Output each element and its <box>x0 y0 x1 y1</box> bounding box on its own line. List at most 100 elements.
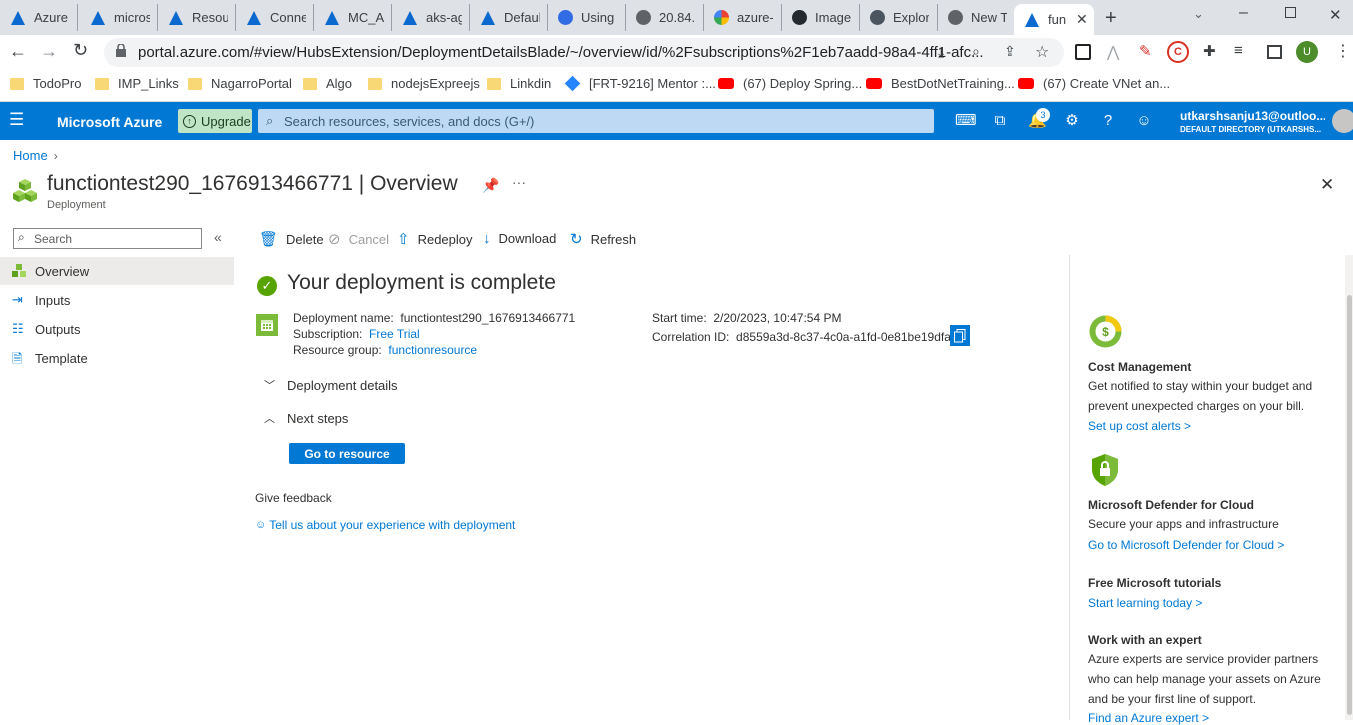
minimize-icon[interactable]: – <box>1239 4 1248 22</box>
subscription-link[interactable]: Free Trial <box>369 327 420 341</box>
global-search-input[interactable]: ⌕ Search resources, services, and docs (… <box>258 109 934 133</box>
browser-tab[interactable]: MC_AK <box>314 4 392 31</box>
bookmark-item[interactable]: Linkdin <box>487 76 551 91</box>
extension-qr-icon[interactable] <box>1075 44 1091 60</box>
azure-icon <box>324 10 340 26</box>
breadcrumb-home[interactable]: Home <box>13 148 48 163</box>
bookmark-item[interactable]: [FRT-9216] Mentor :... <box>564 75 716 92</box>
bookmark-item[interactable]: (67) Create VNet an... <box>1018 76 1170 91</box>
settings-gear-icon[interactable]: ⚙ <box>1063 112 1081 130</box>
browser-tab[interactable]: azure- <box>704 4 782 31</box>
install-icon[interactable]: ⤓ <box>938 44 944 61</box>
upgrade-button[interactable]: ↑ Upgrade <box>178 109 252 133</box>
feedback-person-icon: ☺ <box>255 519 267 531</box>
browser-tab[interactable]: ImageF <box>782 4 860 31</box>
cost-alerts-link[interactable]: Set up cost alerts > <box>1088 419 1191 433</box>
refresh-button[interactable]: ↻ Refresh <box>570 230 636 248</box>
zoom-icon[interactable]: ⌕ <box>972 43 980 60</box>
close-tab-icon[interactable]: ✕ <box>1076 11 1088 28</box>
deployment-calendar-icon <box>256 314 278 336</box>
browser-tab[interactable]: micros <box>80 4 158 31</box>
user-avatar[interactable] <box>1332 109 1353 133</box>
extension-c-icon[interactable]: C <box>1167 41 1189 63</box>
share-icon[interactable]: ⇪ <box>1004 43 1016 60</box>
browser-tab[interactable]: Defaul <box>470 4 548 31</box>
feedback-link[interactable]: ☺ Tell us about your experience with dep… <box>255 518 515 532</box>
nav-item-outputs[interactable]: ☷ Outputs <box>0 315 234 343</box>
browser-tab[interactable]: Conne <box>236 4 314 31</box>
go-to-resource-button[interactable]: Go to resource <box>289 443 405 464</box>
bookmark-item[interactable]: NagarroPortal <box>188 76 292 91</box>
profile-avatar[interactable]: U <box>1296 41 1318 63</box>
delete-button[interactable]: 🗑 Delete <box>259 230 324 248</box>
browser-tab[interactable]: Using <box>548 4 626 31</box>
collapse-menu-icon[interactable]: « <box>214 229 222 245</box>
upgrade-arrow-icon: ↑ <box>183 114 196 128</box>
restore-icon[interactable] <box>1285 7 1296 18</box>
bookmark-item[interactable]: IMP_Links <box>95 76 179 91</box>
bookmark-item[interactable]: TodoPro <box>10 76 81 91</box>
browser-toolbar: ← → ↻ portal.azure.com/#view/HubsExtensi… <box>0 35 1353 70</box>
portal-menu-icon[interactable]: ☰ <box>9 110 24 130</box>
deployment-details-toggle[interactable]: ﹀ Deployment details <box>264 377 398 393</box>
tab-search-icon[interactable]: ⌄ <box>1193 6 1204 22</box>
back-icon[interactable]: ← <box>9 41 27 62</box>
copy-icon[interactable] <box>950 325 970 346</box>
pin-icon[interactable]: 📌 <box>482 177 499 194</box>
menu-search-input[interactable]: ⌕ Search <box>13 228 202 249</box>
address-bar[interactable]: portal.azure.com/#view/HubsExtension/Dep… <box>104 38 1064 67</box>
browser-menu-icon[interactable]: ⋮ <box>1335 41 1351 61</box>
browser-tab[interactable]: Explore <box>860 4 938 31</box>
folder-icon <box>10 77 24 90</box>
download-button[interactable]: ↓ Download <box>483 230 556 247</box>
nav-item-template[interactable]: 🗎 Template <box>0 344 234 372</box>
nav-item-overview[interactable]: Overview <box>0 257 234 285</box>
extension-a-icon[interactable]: ⋀ <box>1107 43 1119 61</box>
user-email[interactable]: utkarshsanju13@outloo... <box>1180 109 1325 123</box>
breadcrumb: Home › <box>13 148 58 163</box>
feedback-icon[interactable]: ☺ <box>1135 112 1153 130</box>
scrollbar-thumb[interactable] <box>1347 295 1352 715</box>
globe-icon <box>636 10 651 25</box>
media-icon[interactable]: ≡ <box>1234 42 1243 59</box>
resource-group-link[interactable]: functionresource <box>388 343 477 357</box>
browser-tab[interactable]: Azure <box>0 4 78 31</box>
side-panel-icon[interactable] <box>1267 45 1282 59</box>
defender-shield-icon <box>1090 453 1120 487</box>
correlation-id-row: Correlation ID: d8559a3d-8c37-4c0a-a1fd-… <box>652 330 955 344</box>
browser-tab-active[interactable]: fun ✕ <box>1014 4 1094 35</box>
browser-tab[interactable]: New Ta <box>938 4 1014 31</box>
extensions-puzzle-icon[interactable]: ✚ <box>1203 42 1216 60</box>
bookmark-star-icon[interactable]: ☆ <box>1035 42 1049 62</box>
deployment-name-value: functiontest290_1676913466771 <box>400 311 576 325</box>
redeploy-button[interactable]: ⇧ Redeploy <box>397 230 473 248</box>
browser-tab[interactable]: 20.84.2 <box>626 4 704 31</box>
azure-icon <box>1024 12 1040 28</box>
defender-link[interactable]: Go to Microsoft Defender for Cloud > <box>1088 538 1284 552</box>
nav-item-inputs[interactable]: ⇥ Inputs <box>0 286 234 314</box>
cloud-shell-icon[interactable]: ⌨ <box>955 112 977 130</box>
help-icon[interactable]: ? <box>1099 112 1117 130</box>
azure-brand[interactable]: Microsoft Azure <box>57 114 162 130</box>
close-blade-icon[interactable]: ✕ <box>1320 175 1334 195</box>
extension-pen-icon[interactable]: ✎ <box>1139 42 1152 60</box>
cancel-button[interactable]: ⊘ Cancel <box>328 230 389 248</box>
browser-tab[interactable]: Resour <box>158 4 236 31</box>
bookmark-item[interactable]: BestDotNetTraining... <box>866 76 1015 91</box>
more-options-icon[interactable]: ··· <box>512 174 526 190</box>
close-window-icon[interactable]: ✕ <box>1329 6 1342 24</box>
next-steps-toggle[interactable]: ︿ Next steps <box>264 410 348 426</box>
new-tab-icon[interactable]: + <box>1105 7 1117 30</box>
browser-tab[interactable]: aks-ag <box>392 4 470 31</box>
reload-icon[interactable]: ↻ <box>73 40 88 61</box>
tutorials-link[interactable]: Start learning today > <box>1088 596 1202 610</box>
bookmark-item[interactable]: (67) Deploy Spring... <box>718 76 862 91</box>
bookmark-item[interactable]: Algo <box>303 76 352 91</box>
user-directory: DEFAULT DIRECTORY (UTKARSHS... <box>1180 125 1322 134</box>
forward-icon[interactable]: → <box>40 41 58 62</box>
directory-filter-icon[interactable]: ⧉ <box>991 112 1009 130</box>
right-panel-scrollbar[interactable] <box>1345 255 1353 720</box>
deployment-status-heading: Your deployment is complete <box>287 271 556 294</box>
bookmark-item[interactable]: nodejsExpreejs <box>368 76 480 91</box>
expert-link[interactable]: Find an Azure expert > <box>1088 711 1209 725</box>
